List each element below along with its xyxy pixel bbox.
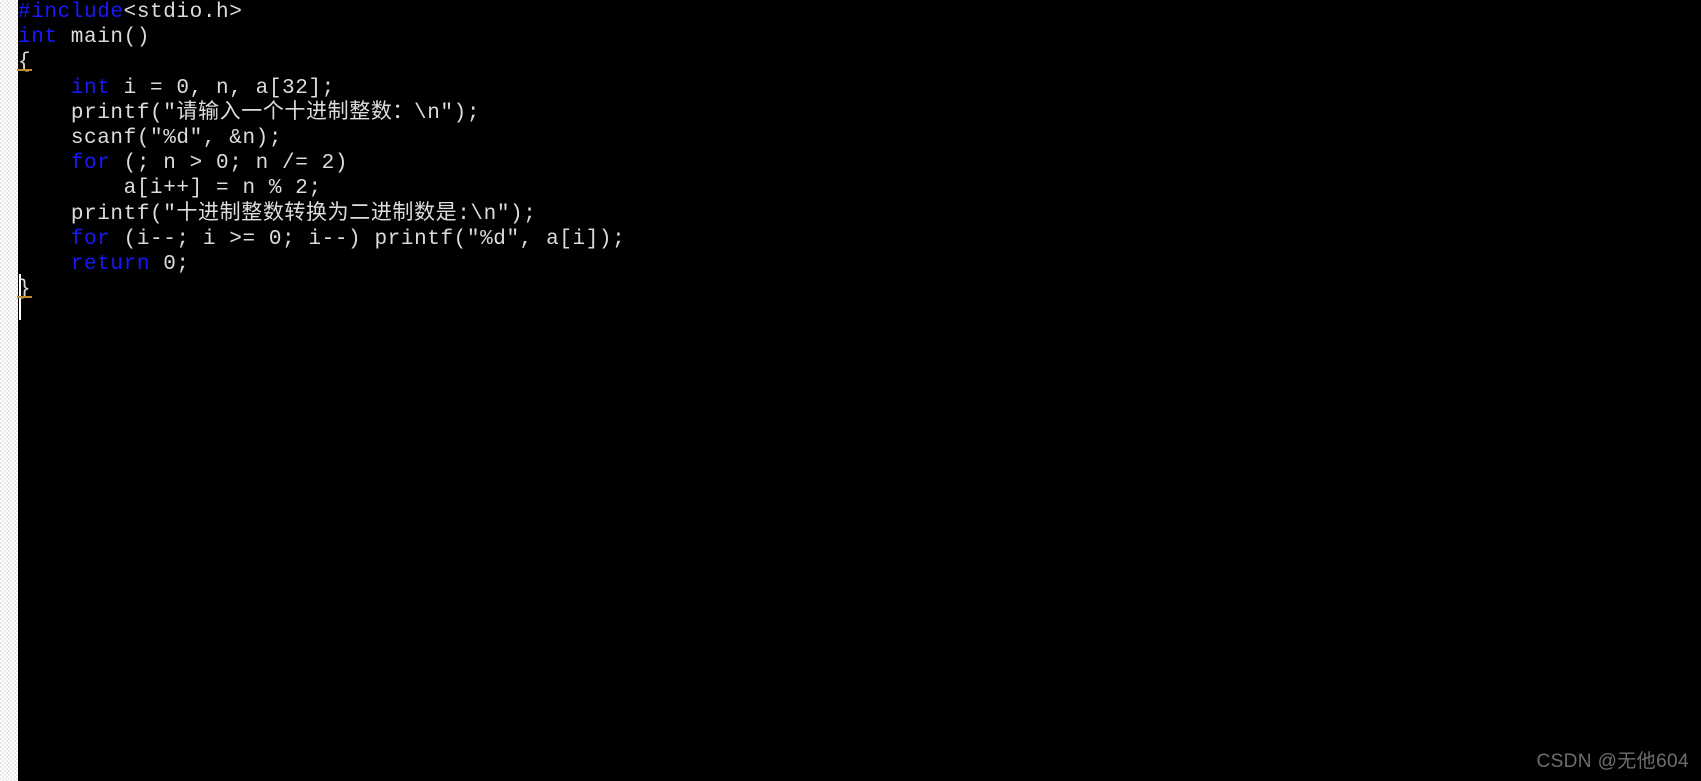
- code-text: i = 0, n, a[32];: [110, 76, 335, 100]
- code-line[interactable]: printf("十进制整数转换为二进制数是:\n");: [18, 202, 1701, 227]
- code-line[interactable]: {: [18, 50, 1701, 75]
- code-keyword: for: [70, 227, 111, 251]
- code-text-area[interactable]: #include<stdio.h> int main(){ int i = 0, …: [18, 0, 1701, 302]
- code-text: scanf("%d", &n);: [70, 126, 283, 150]
- code-keyword: return: [70, 252, 151, 276]
- code-text: 0;: [150, 252, 190, 276]
- brace-line-caret: [19, 274, 21, 296]
- code-text: printf("请输入一个十进制整数：\n");: [70, 101, 481, 125]
- code-line[interactable]: int main(): [18, 25, 1701, 50]
- code-line[interactable]: for (i--; i >= 0; i--) printf("%d", a[i]…: [18, 227, 1701, 252]
- code-keyword: int: [18, 26, 58, 50]
- code-keyword: #include: [18, 1, 124, 24]
- transparency-checkerboard-strip: [0, 0, 18, 781]
- code-text: (; n > 0; n /= 2): [110, 152, 349, 176]
- code-line[interactable]: #include<stdio.h>: [18, 0, 1701, 25]
- code-keyword: for: [70, 152, 111, 176]
- code-line[interactable]: printf("请输入一个十进制整数：\n");: [18, 101, 1701, 126]
- code-line[interactable]: scanf("%d", &n);: [18, 126, 1701, 151]
- text-caret: [19, 298, 21, 320]
- code-line[interactable]: return 0;: [18, 252, 1701, 277]
- code-line[interactable]: int i = 0, n, a[32];: [18, 76, 1701, 101]
- code-text: a[i++] = n % 2;: [123, 177, 322, 201]
- code-keyword: int: [70, 76, 111, 100]
- code-text: (i--; i >= 0; i--) printf("%d", a[i]);: [110, 227, 626, 251]
- csdn-watermark: CSDN @无他604: [1536, 751, 1689, 772]
- code-line[interactable]: a[i++] = n % 2;: [18, 176, 1701, 201]
- code-line[interactable]: }: [18, 277, 1701, 302]
- screenshot-root: #include<stdio.h> int main(){ int i = 0, …: [0, 0, 1701, 781]
- code-editor-surface[interactable]: #include<stdio.h> int main(){ int i = 0, …: [18, 0, 1701, 781]
- code-line[interactable]: for (; n > 0; n /= 2): [18, 151, 1701, 176]
- code-brace: {: [18, 51, 32, 75]
- code-text: <stdio.h>: [123, 1, 243, 24]
- code-text: main(): [57, 26, 151, 50]
- code-text: printf("十进制整数转换为二进制数是:\n");: [70, 202, 537, 226]
